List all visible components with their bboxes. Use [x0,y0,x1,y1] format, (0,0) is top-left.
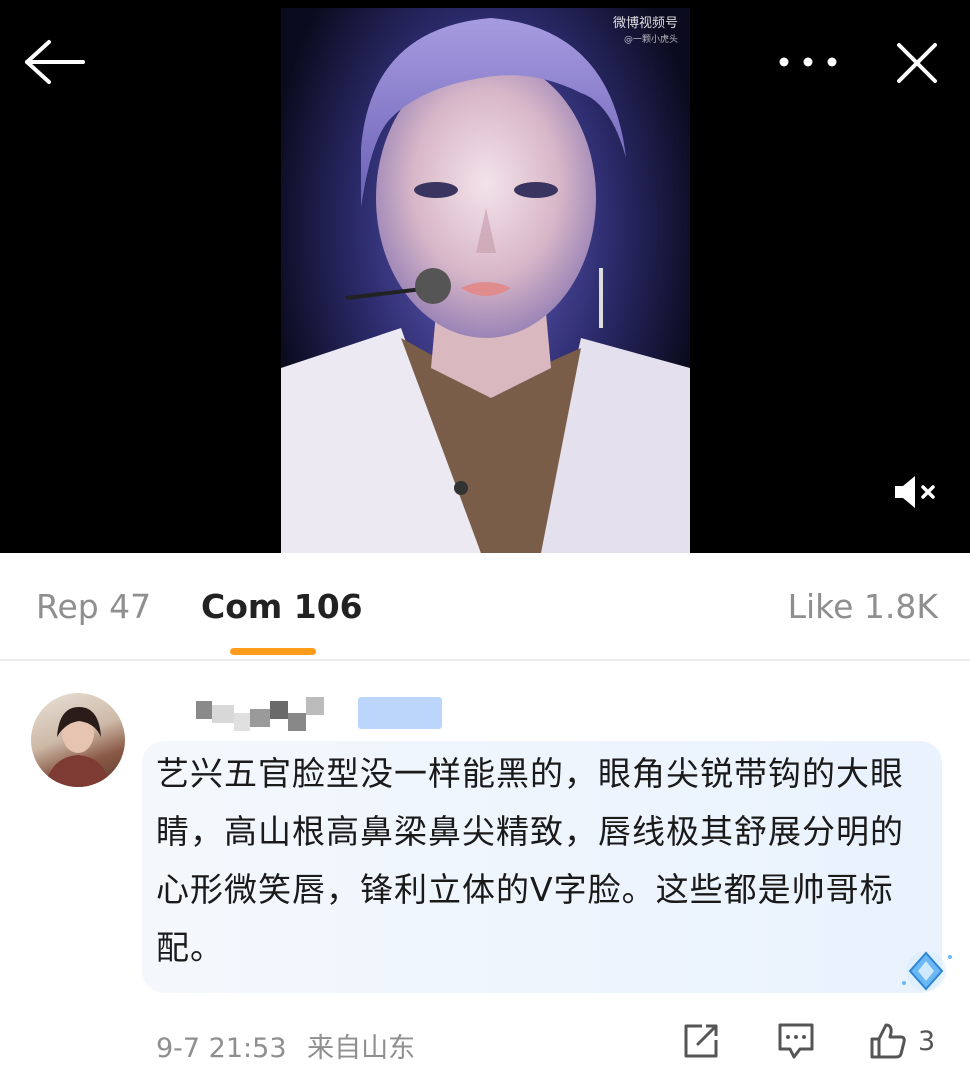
tab-comments[interactable]: Com 106 [201,587,363,627]
video-watermark: 微博视频号 @一颗小虎头 [613,16,678,48]
mute-toggle-button[interactable] [886,466,946,518]
comment-bubble-icon [778,1023,814,1059]
close-icon [897,43,937,83]
username-obscured[interactable] [158,695,348,731]
comment-item: 艺兴五官脸型没一样能黑的，眼角尖锐带钩的大眼睛，高山根高鼻梁鼻尖精致，唇线极其舒… [0,661,970,1091]
video-thumbnail-figure [281,18,690,553]
tab-likes[interactable]: Like 1.8K [788,587,938,627]
comment-text: 艺兴五官脸型没一样能黑的，眼角尖锐带钩的大眼睛，高山根高鼻梁鼻尖精致，唇线极其舒… [156,754,904,967]
volume-muted-icon [895,476,935,508]
interaction-tabs: Rep 47 Com 106 Like 1.8K [0,553,970,661]
user-badge-obscured [358,697,442,729]
thumbs-up-icon [870,1023,906,1059]
watermark-subtitle: @一颗小虎头 [623,35,678,45]
video-player[interactable]: 微博视频号 @一颗小虎头 [0,0,970,553]
video-frame[interactable]: 微博视频号 @一颗小虎头 [281,8,690,553]
like-button[interactable]: 3 [868,1019,948,1063]
share-button[interactable] [682,1019,722,1063]
like-count: 3 [918,1025,936,1057]
share-edit-icon [684,1024,718,1058]
arrow-left-icon [25,40,85,84]
comment-location: 来自山东 [307,1033,416,1064]
more-dots-icon [779,57,837,67]
more-options-button[interactable] [770,40,846,84]
comment-meta: 9-7 21:53 来自山东 [156,1026,415,1065]
back-button[interactable] [20,34,90,90]
avatar[interactable] [31,693,125,787]
avatar-image [45,707,111,787]
reply-button[interactable] [776,1019,816,1063]
active-tab-indicator [230,648,316,655]
close-button[interactable] [886,34,948,92]
comment-time: 9-7 21:53 [156,1033,287,1064]
watermark-title: 微博视频号 [612,16,678,31]
sparkle-badge-icon [902,951,952,991]
tab-reposts[interactable]: Rep 47 [36,587,151,627]
